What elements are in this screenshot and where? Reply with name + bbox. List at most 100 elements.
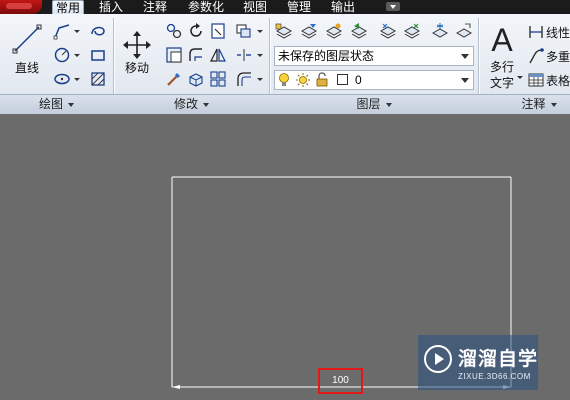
chevron-down-icon bbox=[385, 102, 392, 107]
ribbon-minimize-button[interactable] bbox=[386, 2, 400, 11]
layer-unisolate-button[interactable] bbox=[402, 21, 422, 41]
rotate-icon bbox=[190, 23, 202, 37]
linear-dimension-label: 线性 bbox=[546, 26, 570, 40]
linear-dimension-button[interactable] bbox=[526, 22, 546, 42]
erase-icon bbox=[236, 24, 251, 38]
multileader-button[interactable] bbox=[526, 46, 546, 66]
circle-dropdown[interactable] bbox=[73, 45, 80, 65]
fillet-icon bbox=[189, 48, 202, 61]
table-button[interactable] bbox=[526, 70, 546, 90]
layer-unisolate-icon bbox=[403, 23, 421, 39]
fillet-button[interactable] bbox=[186, 45, 206, 65]
multileader-label: 多重 bbox=[546, 50, 570, 64]
multileader-icon bbox=[529, 48, 544, 64]
layer-off-button[interactable] bbox=[454, 21, 474, 41]
ribbon-tab-bar: 常用 插入 注释 参数化 视图 管理 输出 bbox=[0, 0, 570, 15]
layer-current-icon bbox=[300, 24, 318, 39]
offset-button[interactable] bbox=[234, 69, 254, 89]
erase-dropdown[interactable] bbox=[256, 21, 263, 41]
tab-view[interactable]: 视图 bbox=[240, 0, 270, 14]
layer-state-dropdown[interactable]: 未保存的图层状态 bbox=[274, 46, 474, 66]
tab-parametric[interactable]: 参数化 bbox=[184, 0, 228, 14]
layer-properties-icon bbox=[275, 23, 293, 39]
offset-dropdown[interactable] bbox=[256, 69, 263, 89]
play-logo-icon bbox=[424, 345, 452, 373]
spline-button[interactable] bbox=[88, 21, 108, 41]
line-icon bbox=[12, 24, 42, 54]
tab-insert[interactable]: 插入 bbox=[96, 0, 126, 14]
layer-previous-icon bbox=[350, 23, 368, 39]
layers-panel-title[interactable]: 图层 bbox=[270, 95, 478, 113]
erase-button[interactable] bbox=[234, 21, 254, 41]
layer-off-icon bbox=[455, 23, 473, 38]
copy-button[interactable] bbox=[164, 21, 184, 41]
layer-color-swatch bbox=[337, 74, 348, 85]
mirror-button[interactable] bbox=[208, 45, 228, 65]
dimension-arrow-left bbox=[172, 385, 180, 389]
layer-freeze-button[interactable] bbox=[430, 21, 450, 41]
ellipse-button[interactable] bbox=[52, 69, 72, 89]
svg-text:A: A bbox=[491, 23, 513, 57]
circle-icon bbox=[54, 47, 70, 63]
annotation-panel-title-text: 注释 bbox=[521, 97, 546, 111]
annotation-panel-title[interactable]: 注释 bbox=[479, 95, 570, 113]
layer-properties-button[interactable] bbox=[274, 21, 294, 41]
stretch-icon bbox=[166, 47, 182, 63]
unlock-icon bbox=[314, 70, 330, 90]
draw-panel-title[interactable]: 绘图 bbox=[0, 95, 113, 113]
current-layer-value: 0 bbox=[355, 73, 362, 87]
layer-match-icon bbox=[325, 23, 343, 39]
tab-manage[interactable]: 管理 bbox=[284, 0, 314, 14]
array-3d-icon bbox=[189, 73, 203, 87]
line-tool-label: 直线 bbox=[14, 61, 39, 75]
chevron-down-icon bbox=[461, 54, 469, 59]
rotate-button[interactable] bbox=[186, 21, 206, 41]
rectangle-button[interactable] bbox=[88, 45, 108, 65]
dimension-text[interactable]: 100 bbox=[320, 374, 361, 388]
multiline-text-label-1: 多行 bbox=[489, 60, 514, 74]
explode-button[interactable] bbox=[234, 45, 254, 65]
multiline-text-label-2: 文字 bbox=[489, 76, 514, 90]
hatch-button[interactable] bbox=[88, 69, 108, 89]
make-current-layer-button[interactable] bbox=[299, 21, 319, 41]
mirror-icon bbox=[210, 48, 226, 62]
copy-icon bbox=[166, 23, 182, 39]
tab-home[interactable]: 常用 bbox=[52, 0, 84, 15]
tab-annotate[interactable]: 注释 bbox=[140, 0, 170, 14]
layers-panel-title-text: 图层 bbox=[356, 97, 381, 111]
draw-panel-title-text: 绘图 bbox=[38, 97, 63, 111]
modify-panel-title[interactable]: 修改 bbox=[114, 95, 269, 113]
layer-isolate-icon bbox=[379, 23, 397, 39]
trim-button[interactable] bbox=[208, 21, 228, 41]
rect-array-button[interactable] bbox=[208, 69, 228, 89]
multiline-text-button[interactable]: A bbox=[486, 22, 518, 58]
ribbon: 直线 移动 未保存的图层状态 0 A 多行 文字 线性 多重 表格 绘图 修改 … bbox=[0, 14, 570, 114]
chevron-down-icon bbox=[203, 102, 209, 107]
circle-button[interactable] bbox=[52, 45, 72, 65]
lightbulb-icon bbox=[276, 70, 292, 90]
match-layer-button[interactable] bbox=[324, 21, 344, 41]
text-a-icon: A bbox=[491, 23, 513, 57]
move-tool-button[interactable] bbox=[120, 28, 154, 62]
explode-icon bbox=[237, 49, 251, 61]
polyline-button[interactable] bbox=[52, 21, 72, 41]
layer-previous-button[interactable] bbox=[349, 21, 369, 41]
linear-dimension-icon bbox=[529, 26, 543, 38]
line-tool-button[interactable] bbox=[10, 22, 44, 56]
tab-output[interactable]: 输出 bbox=[328, 0, 358, 14]
stretch-button[interactable] bbox=[164, 45, 184, 65]
current-layer-dropdown[interactable]: 0 bbox=[274, 70, 474, 90]
watermark: 溜溜自学 ZIXUE.3D66.COM bbox=[418, 335, 538, 390]
ellipse-dropdown[interactable] bbox=[73, 69, 80, 89]
scale-button[interactable] bbox=[164, 69, 184, 89]
trim-icon bbox=[211, 23, 225, 39]
paintbrush-icon bbox=[167, 73, 180, 86]
chevron-down-icon bbox=[550, 102, 557, 107]
array-button[interactable] bbox=[186, 69, 206, 89]
layer-isolate-button[interactable] bbox=[378, 21, 398, 41]
application-menu-button[interactable] bbox=[0, 0, 42, 14]
table-icon bbox=[528, 73, 544, 87]
explode-dropdown[interactable] bbox=[256, 45, 263, 65]
polyline-dropdown[interactable] bbox=[73, 21, 80, 41]
multiline-text-dropdown[interactable] bbox=[516, 67, 523, 87]
